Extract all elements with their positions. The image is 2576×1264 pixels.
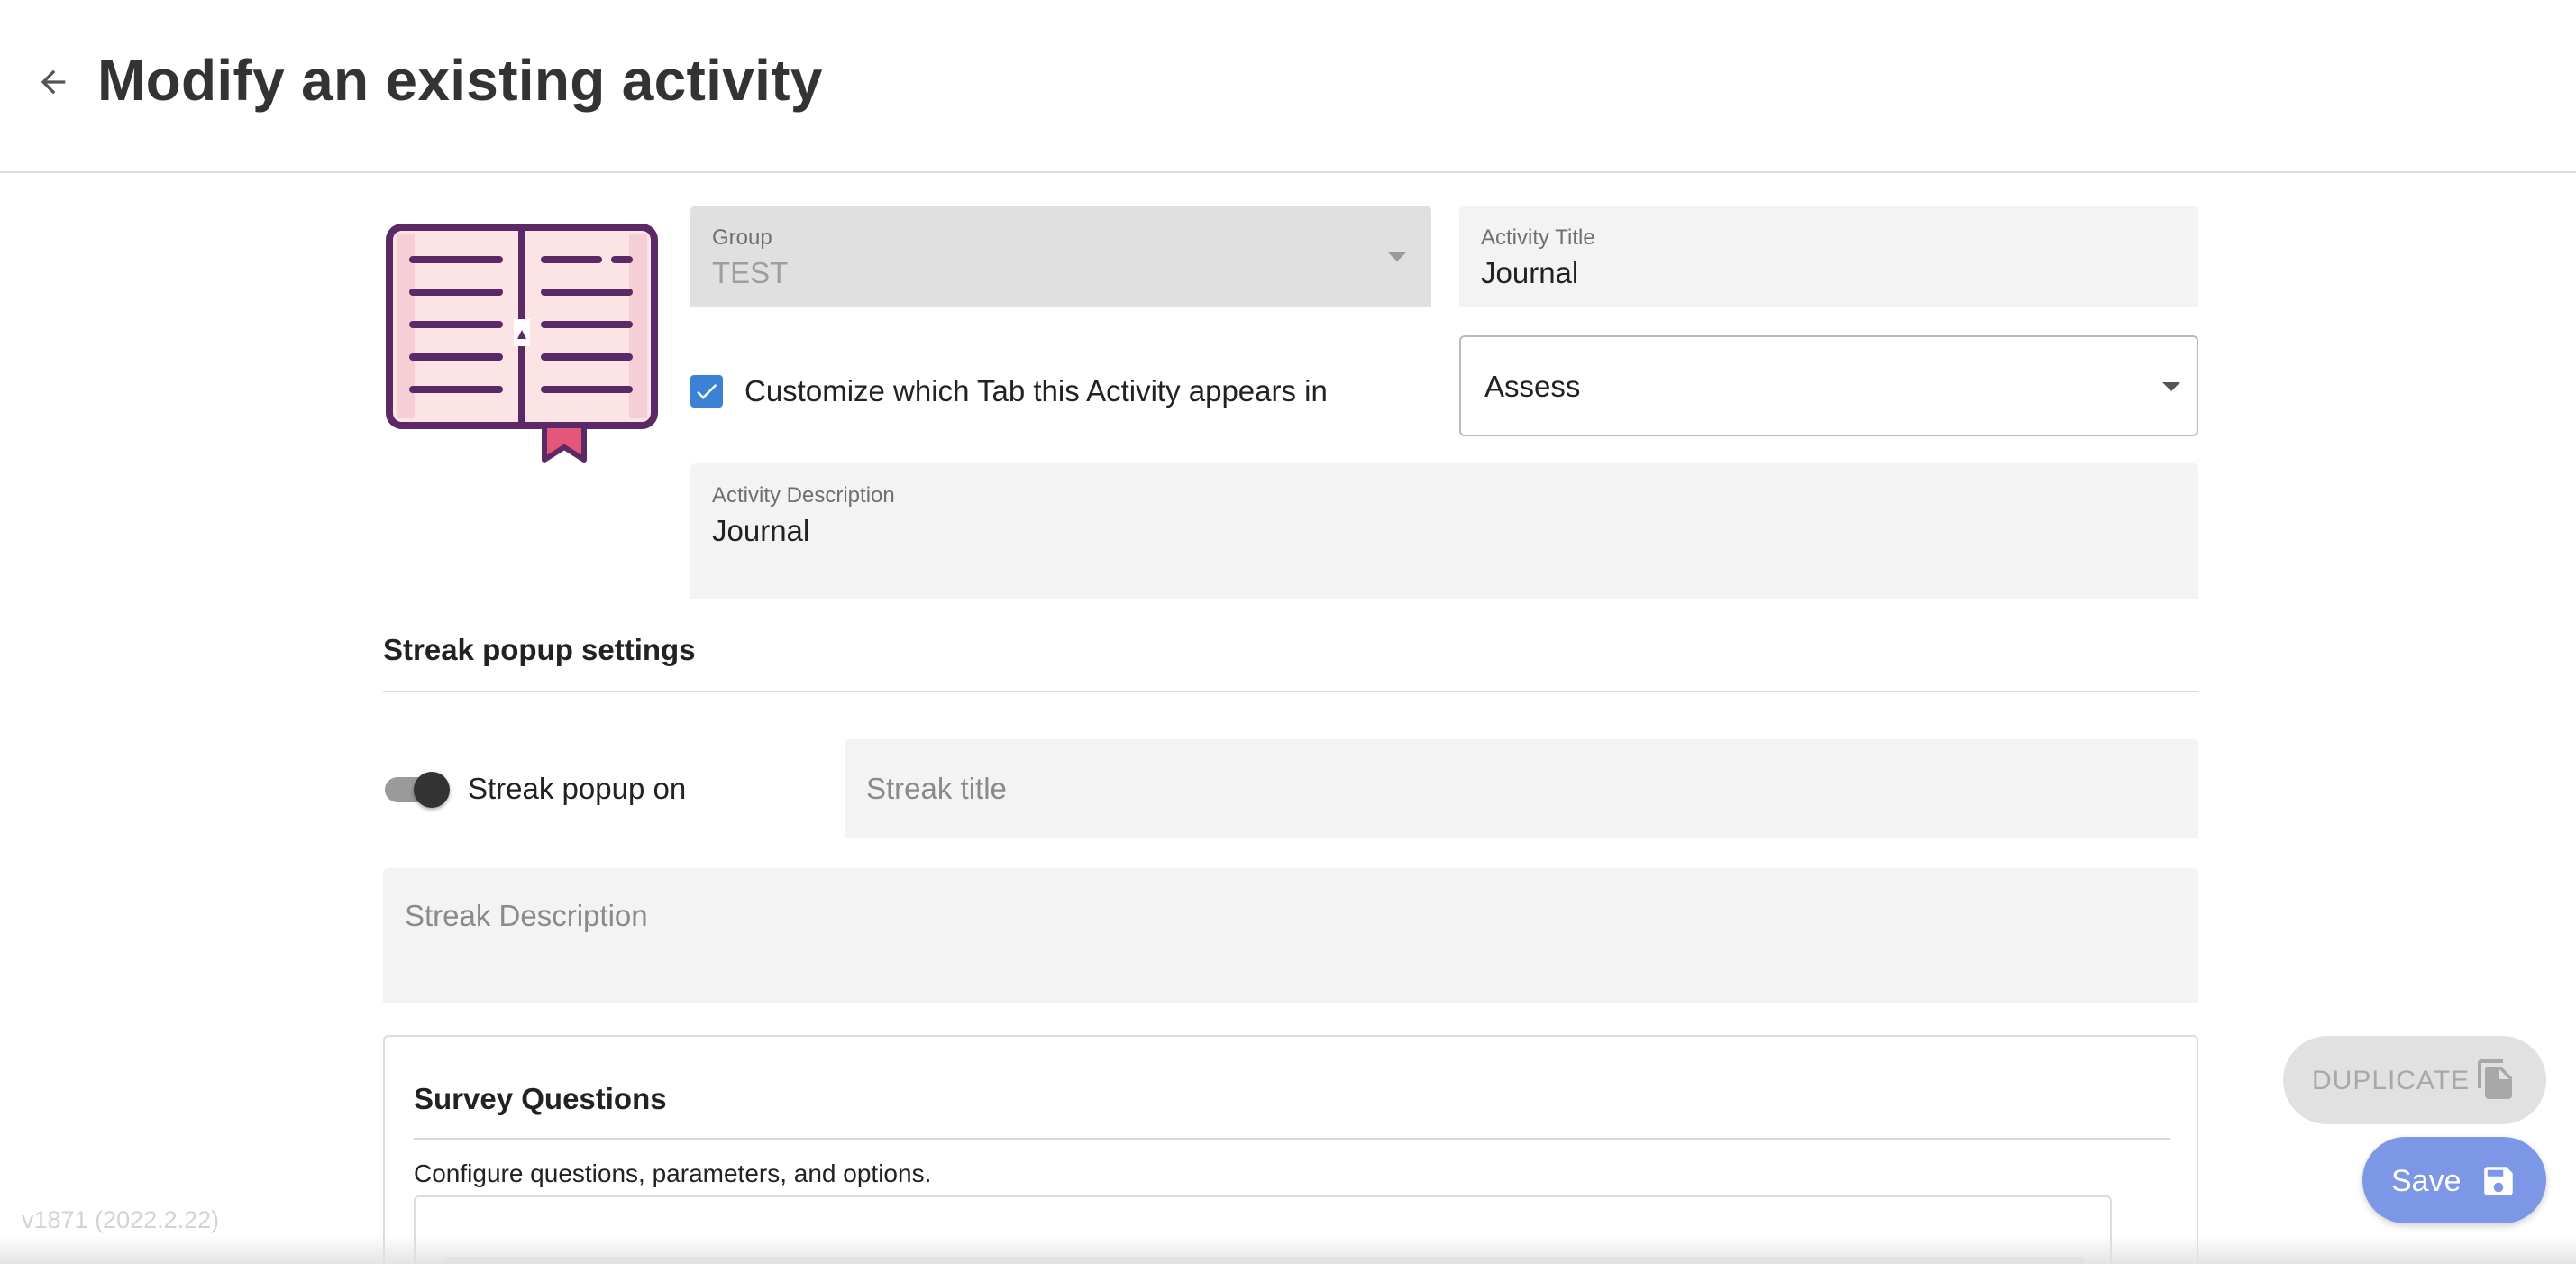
caret-down-icon (1388, 252, 1406, 261)
survey-questions-card: Survey Questions Configure questions, pa… (383, 1035, 2198, 1264)
bottom-fade (0, 1235, 2576, 1264)
arrow-left-icon (41, 69, 66, 95)
save-button[interactable]: Save (2362, 1137, 2546, 1223)
streak-section-heading: Streak popup settings (383, 633, 696, 666)
group-select[interactable]: Group TEST (690, 206, 1431, 307)
streak-description-input[interactable]: Streak Description (383, 868, 2198, 1003)
save-label: Save (2391, 1164, 2462, 1198)
activity-description-label: Activity Description (712, 483, 895, 508)
tab-select-value: Assess (1484, 370, 1581, 403)
page-title: Modify an existing activity (97, 48, 823, 113)
streak-description-placeholder: Streak Description (405, 899, 648, 932)
activity-description-value: Journal (712, 514, 810, 547)
survey-subtitle: Configure questions, parameters, and opt… (414, 1159, 932, 1187)
divider (414, 1138, 2170, 1140)
activity-title-value: Journal (1481, 256, 1579, 289)
customize-tab-label: Customize which Tab this Activity appear… (744, 374, 1328, 408)
duplicate-label: DUPLICATE (2312, 1066, 2471, 1095)
tab-select[interactable]: Assess (1459, 335, 2198, 436)
checkmark-icon (697, 384, 717, 399)
save-icon (2484, 1167, 2513, 1195)
version-label: v1871 (2022.2.22) (22, 1206, 220, 1233)
activity-title-field[interactable]: Activity Title Journal (1459, 206, 2198, 307)
page-header: Modify an existing activity (0, 0, 2576, 173)
caret-down-icon (2162, 382, 2180, 391)
open-book-icon[interactable] (386, 224, 658, 465)
activity-description-field[interactable]: Activity Description Journal (690, 463, 2198, 599)
activity-title-label: Activity Title (1481, 225, 1595, 250)
streak-popup-label: Streak popup on (468, 772, 687, 805)
streak-popup-toggle[interactable] (383, 772, 452, 808)
copy-icon (2478, 1059, 2512, 1099)
streak-title-input[interactable]: Streak title (845, 739, 2198, 838)
group-value: TEST (712, 256, 789, 289)
group-label: Group (712, 225, 772, 250)
divider (383, 691, 2198, 692)
duplicate-button[interactable]: DUPLICATE (2283, 1036, 2546, 1124)
back-button[interactable] (31, 60, 76, 105)
survey-title: Survey Questions (414, 1082, 667, 1115)
customize-tab-checkbox[interactable] (690, 375, 723, 408)
streak-title-placeholder: Streak title (866, 772, 1007, 805)
page: Modify an existing activity Group TEST A… (0, 0, 2576, 1264)
customize-tab-row: Customize which Tab this Activity appear… (690, 373, 1328, 409)
toggle-thumb (414, 772, 450, 808)
